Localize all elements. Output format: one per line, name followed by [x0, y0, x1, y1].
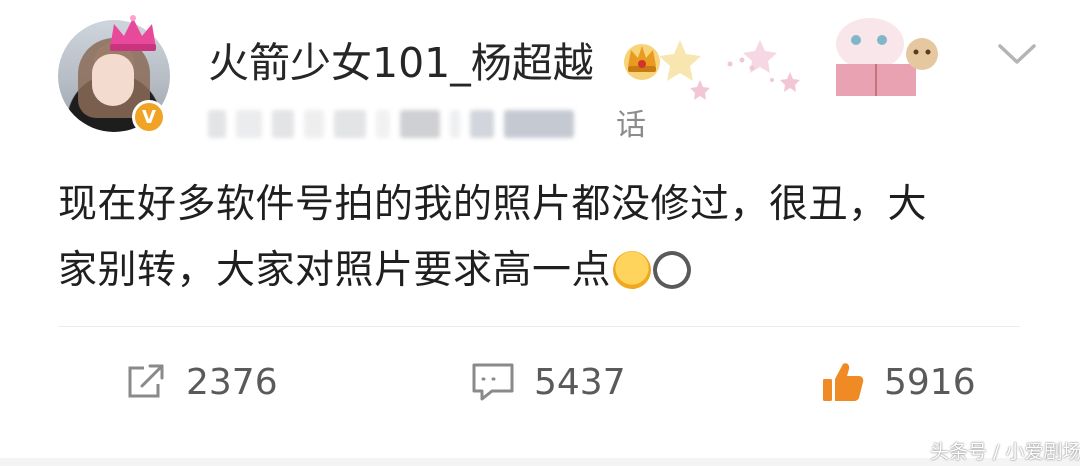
source-watermark: 头条号 / 小爱剧场 — [930, 441, 1080, 463]
username[interactable]: 火箭少女101_杨超越 — [208, 38, 594, 88]
comment-icon — [472, 363, 514, 401]
panda-face-emoji-icon — [653, 251, 692, 289]
post-text: 现在好多软件号拍的我的照片都没修过，很丑，大 家别转，大家对照片要求高一点 — [58, 172, 1038, 304]
vip-crown-badge-icon[interactable] — [618, 36, 666, 84]
divider — [58, 326, 1020, 327]
post-text-line-1: 现在好多软件号拍的我的照片都没修过，很丑，大 — [58, 182, 928, 227]
forward-button[interactable]: 2376 — [124, 352, 278, 412]
avatar-crown-decoration-icon — [110, 15, 156, 51]
weibo-post-card: V 火箭少女101_杨超越 话 现在好多软件号拍的我的照片都没修过，很丑，大 家… — [0, 0, 1080, 466]
post-text-line-2-text: 家别转，大家对照片要求高一点 — [58, 248, 612, 293]
forward-count: 2376 — [186, 361, 278, 403]
angry-face-emoji-icon — [613, 251, 652, 289]
chevron-down-icon[interactable] — [994, 38, 1040, 68]
comment-count: 5437 — [534, 361, 626, 403]
bottom-separator — [0, 458, 1080, 466]
verified-badge-icon: V — [132, 100, 166, 134]
profile-card-decoration-icon — [660, 18, 938, 100]
post-meta-suffix: 话 — [616, 108, 646, 143]
avatar-face — [92, 54, 134, 106]
thumbs-up-icon — [823, 363, 864, 401]
comment-button[interactable]: 5437 — [470, 352, 626, 412]
forward-icon — [128, 364, 164, 398]
like-button[interactable]: 5916 — [820, 352, 976, 412]
post-text-line-2: 家别转，大家对照片要求高一点 — [58, 238, 1038, 304]
like-count: 5916 — [884, 361, 976, 403]
blurred-post-meta — [208, 102, 612, 146]
